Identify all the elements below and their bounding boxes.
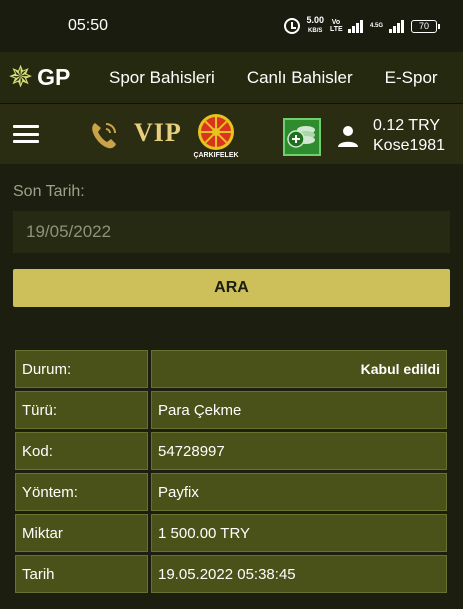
site-logo[interactable]: ✵ GP	[0, 60, 96, 94]
table-row: Tarih 19.05.2022 05:38:45	[15, 555, 447, 593]
detail-value-status: Kabul edildi	[151, 350, 447, 388]
status-bar: 05:50 5.00 KB/S Vo LTE 4.5G 70	[0, 0, 463, 52]
alarm-icon	[284, 18, 301, 34]
network-speed: 5.00 KB/S	[306, 15, 324, 35]
detail-value: 19.05.2022 05:38:45	[151, 555, 447, 593]
logo-text: GP	[37, 64, 71, 90]
detail-value: 1 500.00 TRY	[151, 514, 447, 552]
detail-key: Türü:	[15, 391, 148, 429]
coins-icon	[287, 126, 315, 148]
table-row: Yöntem: Payfix	[15, 473, 447, 511]
nav-item-esports[interactable]: E-Spor	[372, 68, 457, 88]
detail-value: Para Çekme	[151, 391, 447, 429]
detail-key: Kod:	[15, 432, 148, 470]
transaction-details-table: Durum: Kabul edildi Türü: Para Çekme Kod…	[12, 347, 450, 596]
detail-key: Durum:	[15, 350, 148, 388]
signal-icon-2	[389, 19, 405, 33]
wheel-of-fortune-link[interactable]: ÇARKIFELEK	[193, 113, 239, 159]
user-info[interactable]: 0.12 TRY Kose1981	[373, 116, 445, 156]
detail-key: Yöntem:	[15, 473, 148, 511]
table-row: Kod: 54728997	[15, 432, 447, 470]
table-row: Türü: Para Çekme	[15, 391, 447, 429]
table-row: Durum: Kabul edildi	[15, 350, 447, 388]
menu-icon[interactable]	[13, 125, 39, 143]
clock: 05:50	[68, 17, 109, 34]
nav-item-sports[interactable]: Spor Bahisleri	[96, 68, 234, 88]
phone-icon[interactable]	[88, 119, 120, 151]
username: Kose1981	[373, 137, 446, 154]
detail-value: 54728997	[151, 432, 447, 470]
end-date-label: Son Tarih:	[13, 183, 85, 200]
end-date-input[interactable]: 19/05/2022	[13, 211, 450, 253]
transaction-content: Son Tarih: 19/05/2022 ARA Durum: Kabul e…	[0, 183, 463, 596]
signal-icon	[347, 19, 364, 33]
account-toolbar: VIP ÇARKIFELEK 0.12 TRY Kose1981	[0, 104, 463, 164]
table-row: Miktar 1 500.00 TRY	[15, 514, 447, 552]
top-navigation: ✵ GP Spor Bahisleri Canlı Bahisler E-Spo…	[0, 52, 463, 104]
deposit-button[interactable]	[283, 118, 321, 156]
nav-item-live[interactable]: Canlı Bahisler	[234, 68, 372, 88]
detail-value: Payfix	[151, 473, 447, 511]
battery-icon: 70	[411, 19, 440, 33]
status-icons: 5.00 KB/S Vo LTE 4.5G 70	[284, 15, 440, 36]
balance: 0.12 TRY	[373, 117, 441, 134]
detail-key: Miktar	[15, 514, 148, 552]
network-type: 4.5G	[369, 22, 383, 29]
wheel-icon	[198, 114, 234, 150]
vip-link[interactable]: VIP	[134, 118, 182, 148]
detail-key: Tarih	[15, 555, 148, 593]
search-button[interactable]: ARA	[13, 269, 450, 307]
volte-indicator: Vo LTE	[329, 19, 343, 33]
star-logo-icon: ✵	[8, 60, 34, 94]
user-icon[interactable]	[336, 124, 360, 148]
wheel-label: ÇARKIFELEK	[193, 152, 239, 159]
